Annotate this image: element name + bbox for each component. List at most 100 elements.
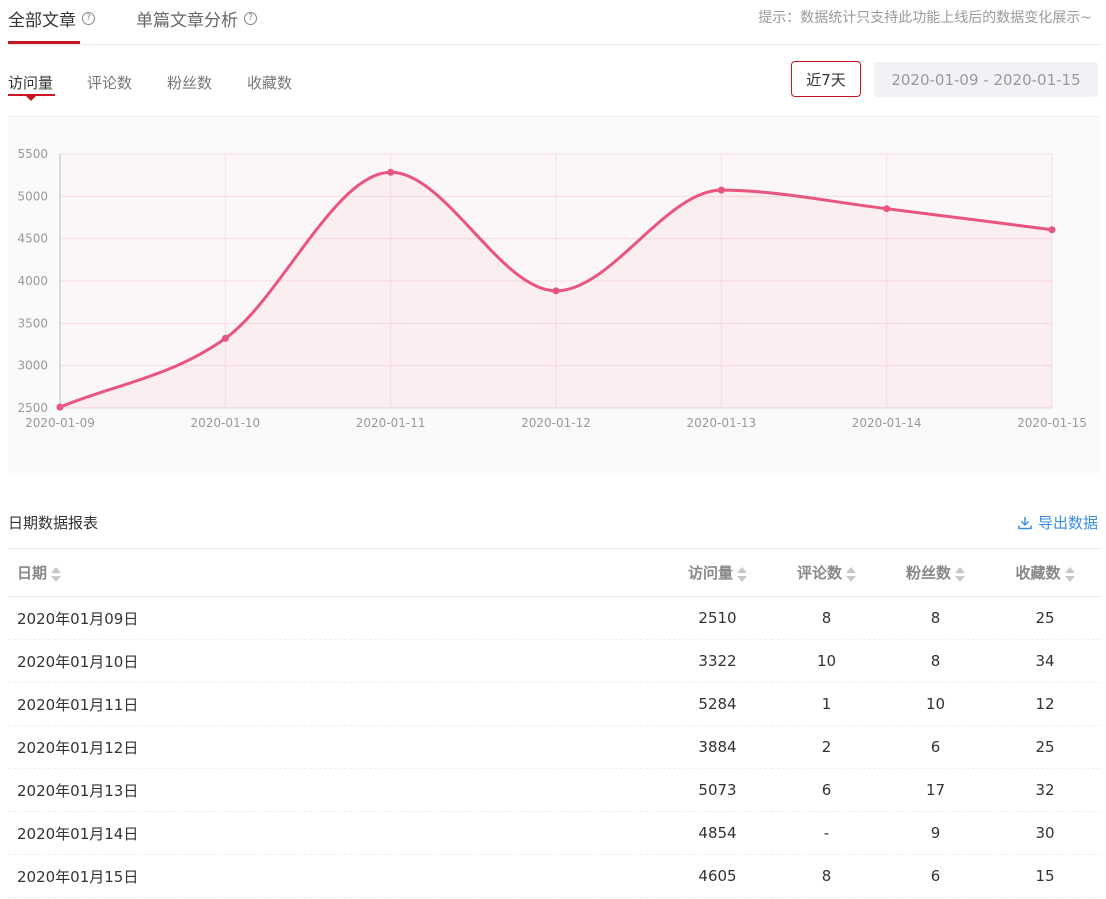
cell-fans: 9 [881, 811, 990, 855]
cell-favorites: 34 [990, 639, 1100, 683]
sort-caret-icon[interactable] [955, 565, 965, 583]
cell-visits: 4854 [663, 811, 772, 855]
cell-comments: 2 [772, 725, 881, 769]
cell-favorites: 25 [990, 725, 1100, 769]
visits-chart: 2500 3000 3500 4000 4500 5000 5500 2020-01-09 20… [8, 116, 1100, 473]
last-7-days-button[interactable]: 近7天 [791, 61, 861, 97]
x-tick-label: 2020-01-10 [190, 416, 260, 430]
cell-date: 2020年01月13日 [8, 768, 663, 812]
data-point [56, 403, 64, 411]
cell-fans: 10 [881, 682, 990, 726]
cell-comments: - [772, 811, 881, 855]
y-tick-label: 4000 [17, 274, 48, 288]
cell-date: 2020年01月14日 [8, 811, 663, 855]
y-tick-label: 5500 [17, 147, 48, 161]
column-header-fans[interactable]: 粉丝数 [881, 548, 990, 597]
cell-date: 2020年01月15日 [8, 854, 663, 898]
column-header-date[interactable]: 日期 [8, 548, 663, 597]
data-point [387, 168, 395, 176]
table-header-row: 日期 访问量 评论数 粉丝数 收藏数 [8, 548, 1100, 597]
sort-caret-icon[interactable] [51, 565, 62, 583]
cell-comments: 6 [772, 768, 881, 812]
cell-favorites: 12 [990, 682, 1100, 726]
data-point [552, 287, 560, 295]
column-header-label: 收藏数 [1015, 564, 1061, 582]
export-data-label: 导出数据 [1037, 514, 1098, 532]
hint-text: 提示：数据统计只支持此功能上线后的数据变化展示~ [758, 10, 1092, 26]
cell-fans: 6 [881, 854, 990, 898]
line-chart-svg: 2500 3000 3500 4000 4500 5000 5500 2020-01-09 20… [17, 147, 1087, 430]
y-tick-label: 3500 [17, 316, 48, 330]
table-row: 2020年01月09日 2510 8 8 25 [8, 596, 1100, 640]
metric-tab-visits[interactable]: 访问量 [8, 72, 56, 101]
question-circle-icon[interactable]: ? [82, 12, 95, 25]
tab-single-article-analysis[interactable]: 单篇文章分析 ? [136, 6, 257, 31]
column-header-label: 评论数 [796, 564, 842, 582]
question-circle-icon[interactable]: ? [244, 12, 257, 25]
cell-fans: 8 [881, 596, 990, 640]
column-header-label: 访问量 [687, 564, 733, 582]
x-tick-label: 2020-01-15 [1017, 416, 1087, 430]
x-tick-label: 2020-01-12 [521, 416, 591, 430]
column-header-visits[interactable]: 访问量 [663, 548, 772, 597]
cell-favorites: 25 [990, 596, 1100, 640]
sort-caret-icon[interactable] [1064, 565, 1075, 583]
report-table: 日期 访问量 评论数 粉丝数 收藏数 2020年01月09日 2510 8 8 … [8, 548, 1100, 898]
table-row: 2020年01月12日 3884 2 6 25 [8, 725, 1100, 769]
cell-date: 2020年01月10日 [8, 639, 663, 683]
column-header-comments[interactable]: 评论数 [772, 548, 881, 597]
cell-date: 2020年01月12日 [8, 725, 663, 769]
column-header-label: 粉丝数 [905, 564, 951, 582]
data-point [221, 334, 229, 342]
report-title: 日期数据报表 [8, 514, 99, 532]
x-tick-label: 2020-01-13 [686, 416, 756, 430]
y-tick-label: 2500 [17, 401, 48, 415]
cell-date: 2020年01月09日 [8, 596, 663, 640]
cell-visits: 5073 [663, 768, 772, 812]
cell-favorites: 30 [990, 811, 1100, 855]
sort-caret-icon[interactable] [737, 565, 747, 583]
cell-visits: 3884 [663, 725, 772, 769]
cell-favorites: 15 [990, 854, 1100, 898]
cell-visits: 2510 [663, 596, 772, 640]
sort-caret-icon[interactable] [846, 565, 856, 583]
tab-all-articles[interactable]: 全部文章 ? [8, 6, 95, 44]
table-row: 2020年01月11日 5284 1 10 12 [8, 682, 1100, 726]
download-icon [1018, 516, 1032, 529]
column-header-label: 日期 [17, 564, 48, 582]
cell-visits: 3322 [663, 639, 772, 683]
metric-tab-favorites[interactable]: 收藏数 [247, 72, 292, 93]
cell-comments: 1 [772, 682, 881, 726]
export-data-button[interactable]: 导出数据 [1018, 512, 1098, 533]
y-tick-label: 3000 [17, 359, 48, 373]
table-row: 2020年01月13日 5073 6 17 32 [8, 768, 1100, 812]
table-row: 2020年01月10日 3322 10 8 34 [8, 639, 1100, 683]
cell-fans: 17 [881, 768, 990, 812]
data-point [717, 186, 725, 194]
cell-comments: 8 [772, 596, 881, 640]
metric-tab-fans[interactable]: 粉丝数 [167, 72, 212, 93]
data-point [1048, 226, 1056, 234]
y-tick-label: 4500 [17, 232, 48, 246]
cell-fans: 6 [881, 725, 990, 769]
cell-comments: 8 [772, 854, 881, 898]
y-tick-label: 5000 [17, 189, 48, 203]
cell-visits: 5284 [663, 682, 772, 726]
top-tabs: 全部文章 ? 单篇文章分析 ? 提示：数据统计只支持此功能上线后的数据变化展示~ [8, 0, 1100, 45]
tab-single-article-label: 单篇文章分析 [136, 11, 238, 31]
cell-favorites: 32 [990, 768, 1100, 812]
cell-comments: 10 [772, 639, 881, 683]
table-row: 2020年01月15日 4605 8 6 15 [8, 854, 1100, 898]
metric-tab-comments[interactable]: 评论数 [87, 72, 132, 93]
table-row: 2020年01月14日 4854 - 9 30 [8, 811, 1100, 855]
x-tick-label: 2020-01-14 [852, 416, 922, 430]
data-point [883, 205, 891, 213]
date-range-picker[interactable]: 2020-01-09 - 2020-01-15 [874, 62, 1098, 97]
column-header-favorites[interactable]: 收藏数 [990, 548, 1100, 597]
x-tick-label: 2020-01-11 [356, 416, 426, 430]
cell-visits: 4605 [663, 854, 772, 898]
cell-fans: 8 [881, 639, 990, 683]
cell-date: 2020年01月11日 [8, 682, 663, 726]
tab-all-articles-label: 全部文章 [8, 11, 76, 31]
x-tick-label: 2020-01-09 [25, 416, 95, 430]
